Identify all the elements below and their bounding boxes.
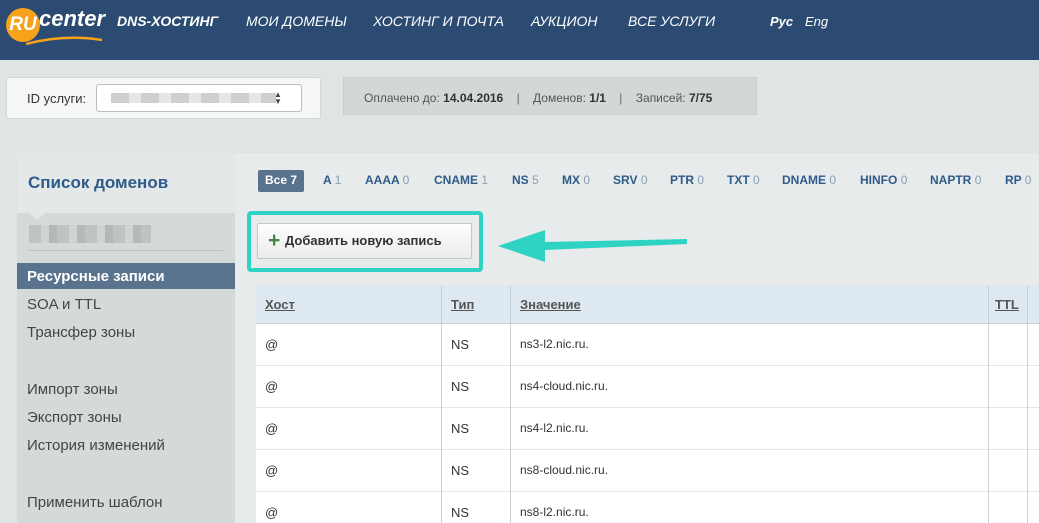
value-cell: ns4-cloud.nic.ru. xyxy=(520,379,609,393)
records-label: Записей: xyxy=(635,91,686,105)
filter-dname[interactable]: DNAME 0 xyxy=(782,170,836,192)
service-id-label: ID услуги: xyxy=(27,91,87,106)
records-table: Хост Тип Значение TTL @ NS ns3-l2.nic.ru… xyxy=(256,286,1039,523)
host-cell: @ xyxy=(265,337,279,352)
paid-until-value: 14.04.2016 xyxy=(443,91,504,105)
main-content: Все 7 A 1 AAAA 0 CNAME 1 NS 5 MX 0 SRV 0… xyxy=(235,153,1039,523)
nav-dns-hosting[interactable]: DNS-ХОСТИНГ xyxy=(117,13,218,29)
logo-center-text: center xyxy=(39,6,106,31)
sidebar-item-apply-template[interactable]: Применить шаблон xyxy=(17,489,235,515)
value-cell: ns4-l2.nic.ru. xyxy=(520,421,589,435)
host-cell: @ xyxy=(265,505,279,520)
rucenter-logo[interactable]: RU center xyxy=(6,6,106,48)
column-divider xyxy=(441,286,442,523)
add-record-button[interactable]: + Добавить новую запись xyxy=(257,223,472,259)
nav-auction[interactable]: АУКЦИОН xyxy=(531,13,598,29)
paid-until-label: Оплачено до: xyxy=(364,91,440,105)
filter-cname[interactable]: CNAME 1 xyxy=(434,170,488,192)
filter-all[interactable]: Все 7 xyxy=(258,170,305,192)
pointer-arrow-icon xyxy=(498,230,687,262)
filter-txt[interactable]: TXT 0 xyxy=(727,170,760,192)
type-cell: NS xyxy=(451,337,470,352)
filter-ptr[interactable]: PTR 0 xyxy=(670,170,704,192)
service-info-panel: Оплачено до: 14.04.2016 | Доменов: 1/1 |… xyxy=(343,77,757,115)
nav-all-services[interactable]: ВСЕ УСЛУГИ xyxy=(628,13,715,29)
logo-swoosh-icon xyxy=(26,36,102,46)
type-cell: NS xyxy=(451,421,470,436)
filter-aaaa[interactable]: AAAA 0 xyxy=(365,170,409,192)
nav-hosting-mail[interactable]: ХОСТИНГ И ПОЧТА xyxy=(373,13,504,29)
sidebar-item-zone-export[interactable]: Экспорт зоны xyxy=(17,404,235,430)
select-updown-icon: ▲ ▼ xyxy=(274,90,282,106)
sidebar-item-zone-transfer[interactable]: Трансфер зоны xyxy=(17,319,235,345)
nav-my-domains[interactable]: МОИ ДОМЕНЫ xyxy=(246,13,347,29)
filter-naptr[interactable]: NAPTR 0 xyxy=(930,170,981,192)
type-cell: NS xyxy=(451,463,470,478)
type-cell: NS xyxy=(451,505,470,520)
service-id-panel: ID услуги: ▲ ▼ xyxy=(6,77,321,119)
filter-hinfo[interactable]: HINFO 0 xyxy=(860,170,907,192)
filter-srv[interactable]: SRV 0 xyxy=(613,170,648,192)
sidebar-item-resource-records[interactable]: Ресурсные записи xyxy=(17,263,235,289)
lang-en-link[interactable]: Eng xyxy=(805,14,828,29)
sidebar-item-change-history[interactable]: История изменений xyxy=(17,432,235,458)
domains-label: Доменов: xyxy=(533,91,586,105)
table-row[interactable]: @ NS ns8-l2.nic.ru. xyxy=(256,492,1039,523)
plus-icon: + xyxy=(268,229,281,252)
lang-ru-link[interactable]: Рус xyxy=(770,14,793,29)
type-cell: NS xyxy=(451,379,470,394)
col-value-header[interactable]: Значение xyxy=(520,297,581,312)
value-cell: ns3-l2.nic.ru. xyxy=(520,337,589,351)
table-row[interactable]: @ NS ns4-cloud.nic.ru. xyxy=(256,366,1039,408)
title-pointer xyxy=(29,213,45,220)
filter-a[interactable]: A 1 xyxy=(323,170,341,192)
column-divider xyxy=(510,286,511,523)
sidebar-item-zone-import[interactable]: Импорт зоны xyxy=(17,376,235,402)
sidebar: Список доменов Ресурсные записи SOA и TT… xyxy=(17,153,235,523)
table-row[interactable]: @ NS ns4-l2.nic.ru. xyxy=(256,408,1039,450)
records-value: 7/75 xyxy=(688,91,713,105)
col-type-header[interactable]: Тип xyxy=(451,297,474,312)
col-ttl-header[interactable]: TTL xyxy=(995,297,1019,312)
value-cell: ns8-cloud.nic.ru. xyxy=(520,463,609,477)
table-header: Хост Тип Значение TTL xyxy=(256,286,1039,324)
service-id-select[interactable]: ▲ ▼ xyxy=(96,84,302,112)
host-cell: @ xyxy=(265,379,279,394)
value-cell: ns8-l2.nic.ru. xyxy=(520,505,589,519)
column-divider xyxy=(988,286,989,523)
column-divider xyxy=(1027,286,1028,523)
domains-value: 1/1 xyxy=(589,91,606,105)
add-record-highlight: + Добавить новую запись xyxy=(247,211,483,272)
filter-mx[interactable]: MX 0 xyxy=(562,170,590,192)
filter-ns[interactable]: NS 5 xyxy=(512,170,539,192)
col-host-header[interactable]: Хост xyxy=(265,297,295,312)
filter-rp[interactable]: RP 0 xyxy=(1005,170,1031,192)
top-navigation-bar: RU center DNS-ХОСТИНГ МОИ ДОМЕНЫ ХОСТИНГ… xyxy=(0,0,1039,60)
domain-list-title[interactable]: Список доменов xyxy=(17,153,235,213)
sidebar-divider xyxy=(29,250,223,251)
record-type-filters: Все 7 A 1 AAAA 0 CNAME 1 NS 5 MX 0 SRV 0… xyxy=(235,153,1039,205)
sidebar-item-soa-ttl[interactable]: SOA и TTL xyxy=(17,291,235,317)
table-row[interactable]: @ NS ns8-cloud.nic.ru. xyxy=(256,450,1039,492)
blurred-domain-name[interactable] xyxy=(29,225,151,243)
host-cell: @ xyxy=(265,421,279,436)
table-row[interactable]: @ NS ns3-l2.nic.ru. xyxy=(256,324,1039,366)
blurred-service-id xyxy=(111,93,276,103)
add-record-label: Добавить новую запись xyxy=(285,233,442,248)
host-cell: @ xyxy=(265,463,279,478)
